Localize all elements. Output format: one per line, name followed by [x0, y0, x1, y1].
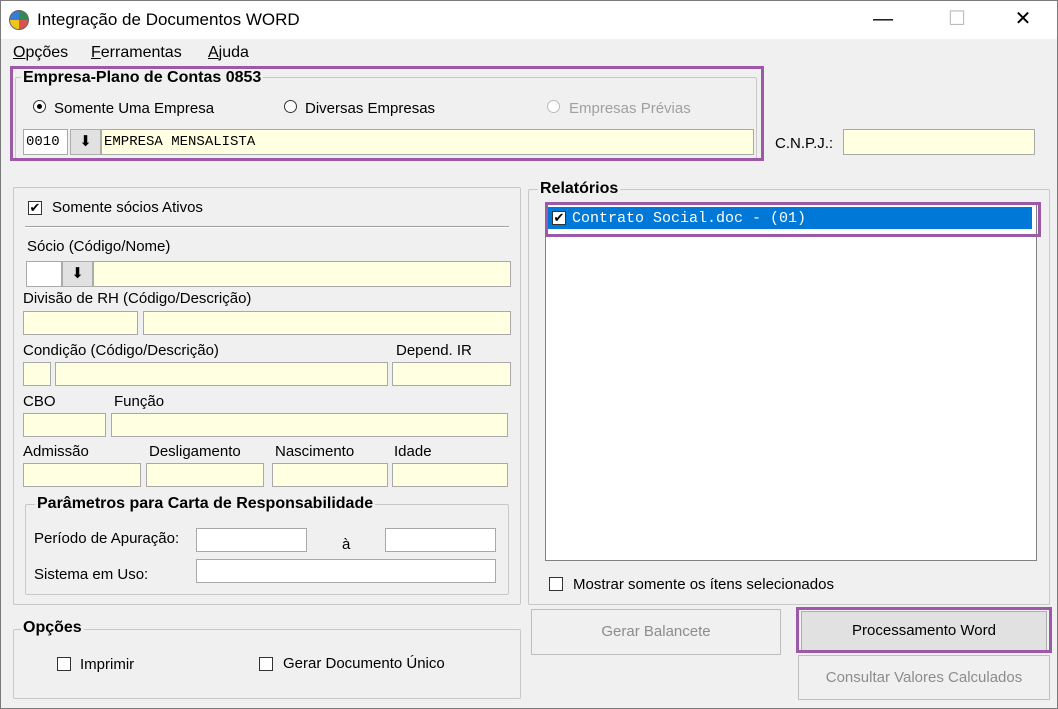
condicao-descricao-field[interactable] [55, 362, 388, 386]
app-logo-icon [9, 10, 29, 30]
depend-ir-field[interactable] [392, 362, 511, 386]
divisao-codigo-field[interactable] [23, 311, 138, 335]
periodo-label: Período de Apuração: [34, 530, 180, 547]
socio-label: Sócio (Código/Nome) [27, 238, 171, 255]
periodo-fim-field[interactable] [385, 528, 496, 552]
maximize-button[interactable]: ☐ [933, 1, 981, 37]
cbo-label: CBO [23, 393, 56, 410]
menu-ferramentas[interactable]: Ferramentas [91, 44, 182, 62]
periodo-a-label: à [342, 536, 351, 553]
minimize-button[interactable]: — [859, 1, 907, 37]
sistema-label: Sistema em Uso: [34, 566, 149, 583]
radio-diversas-label: Diversas Empresas [305, 100, 436, 117]
nascimento-field[interactable] [272, 463, 388, 487]
download-arrow-icon: ⬇ [71, 265, 84, 282]
imprimir-label: Imprimir [80, 656, 135, 673]
gerar-documento-unico-checkbox[interactable] [259, 657, 273, 671]
condicao-label: Condição (Código/Descrição) [23, 342, 219, 359]
empresa-group-title: Empresa-Plano de Contas 0853 [21, 69, 264, 87]
radio-somente-label: Somente Uma Empresa [54, 100, 215, 117]
consultar-valores-button[interactable]: Consultar Valores Calculados [798, 655, 1050, 700]
divisao-label: Divisão de RH (Código/Descrição) [23, 290, 252, 307]
menu-opcoes[interactable]: Opções [13, 44, 68, 62]
radio-somente-uma-empresa[interactable] [33, 100, 46, 113]
cbo-field[interactable] [23, 413, 106, 437]
periodo-inicio-field[interactable] [196, 528, 307, 552]
cnpj-label: C.N.P.J.: [775, 135, 834, 152]
depend-ir-label: Depend. IR [396, 342, 472, 359]
admissao-label: Admissão [23, 443, 89, 460]
download-arrow-icon: ⬇ [79, 133, 92, 150]
condicao-codigo-field[interactable] [23, 362, 51, 386]
somente-ativos-label: Somente sócios Ativos [52, 199, 203, 216]
idade-field[interactable] [392, 463, 508, 487]
radio-previas-label: Empresas Prévias [569, 100, 691, 117]
cnpj-field[interactable] [843, 129, 1035, 155]
desligamento-label: Desligamento [149, 443, 241, 460]
empresa-lookup-button[interactable]: ⬇ [70, 129, 101, 155]
admissao-field[interactable] [23, 463, 141, 487]
socio-codigo-field[interactable] [26, 261, 62, 287]
app-window: Integração de Documentos WORD — ☐ ✕ Opçõ… [0, 0, 1058, 709]
gerar-balancete-button[interactable]: Gerar Balancete [531, 609, 781, 655]
close-button[interactable]: ✕ [999, 1, 1047, 37]
processamento-highlight [796, 607, 1052, 653]
funcao-label: Função [114, 393, 165, 410]
socio-nome-field[interactable] [93, 261, 511, 287]
desligamento-field[interactable] [146, 463, 264, 487]
gerar-documento-unico-label: Gerar Documento Único [283, 655, 445, 672]
title-bar: Integração de Documentos WORD — ☐ ✕ [1, 1, 1057, 39]
relatorios-group-title: Relatórios [538, 180, 621, 198]
carta-group-title: Parâmetros para Carta de Responsabilidad… [35, 495, 376, 513]
socio-lookup-button[interactable]: ⬇ [62, 261, 93, 287]
imprimir-checkbox[interactable] [57, 657, 71, 671]
mostrar-selecionados-label: Mostrar somente os ítens selecionados [573, 576, 834, 593]
sistema-field[interactable] [196, 559, 496, 583]
radio-diversas-empresas[interactable] [284, 100, 297, 113]
menu-bar: Opções Ferramentas Ajuda [1, 41, 1057, 65]
mostrar-selecionados-checkbox[interactable] [549, 577, 563, 591]
idade-label: Idade [394, 443, 432, 460]
relatorios-listbox[interactable]: ✔ Contrato Social.doc - (01) [545, 204, 1037, 561]
opcoes-group-title: Opções [21, 619, 84, 637]
nascimento-label: Nascimento [275, 443, 355, 460]
funcao-field[interactable] [111, 413, 508, 437]
empresa-codigo-field[interactable]: 0010 [23, 129, 68, 155]
divisao-descricao-field[interactable] [143, 311, 511, 335]
empresa-nome-field[interactable]: EMPRESA MENSALISTA [101, 129, 754, 155]
window-title: Integração de Documentos WORD [37, 10, 300, 29]
somente-ativos-checkbox[interactable]: ✔ [28, 201, 42, 215]
menu-ajuda[interactable]: Ajuda [208, 44, 249, 62]
relatorio-highlight [545, 202, 1041, 237]
divider [25, 226, 509, 228]
radio-empresas-previas [547, 100, 560, 113]
